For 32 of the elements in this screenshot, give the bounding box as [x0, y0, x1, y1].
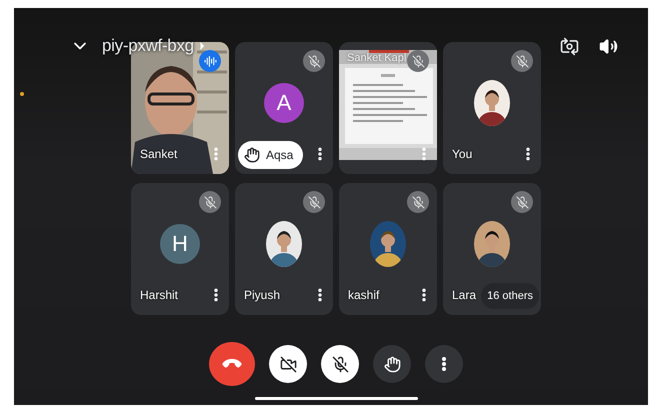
mic-off-icon [412, 196, 424, 208]
participant-name: Aqsa [266, 148, 294, 162]
camera-button[interactable] [269, 345, 307, 383]
presenter-caption: Sanket Kapl [347, 52, 406, 64]
participant-name: Piyush [244, 288, 280, 302]
participant-name: You [452, 147, 472, 161]
hand-icon [384, 356, 400, 372]
status-dot [20, 92, 24, 96]
more-vertical-icon [442, 357, 446, 371]
hang-up-button[interactable] [209, 342, 255, 386]
letter-avatar: H [160, 224, 200, 264]
participant-name: Lara [452, 288, 476, 302]
raise-hand-button[interactable] [373, 345, 411, 383]
letter-avatar: A [264, 83, 304, 123]
mic-off-icon [204, 196, 216, 208]
hand-icon [244, 147, 260, 163]
microphone-button[interactable] [321, 345, 359, 383]
mic-off-icon [332, 356, 348, 372]
more-button[interactable] [425, 345, 463, 383]
participant-name: kashif [348, 288, 380, 302]
speaker-icon[interactable] [599, 36, 618, 56]
audio-wave-icon [204, 54, 216, 68]
mic-off-icon [516, 196, 528, 208]
participant-name: Harshit [140, 288, 178, 302]
camera-off-icon [280, 356, 296, 372]
participant-name: Sanket [140, 147, 178, 161]
mic-off-icon [308, 54, 320, 68]
mic-off-icon [412, 54, 424, 68]
others-count[interactable]: 16 others [481, 283, 539, 309]
switch-camera-icon[interactable] [560, 36, 579, 56]
mic-off-icon [516, 54, 528, 68]
mic-off-icon [308, 196, 320, 208]
